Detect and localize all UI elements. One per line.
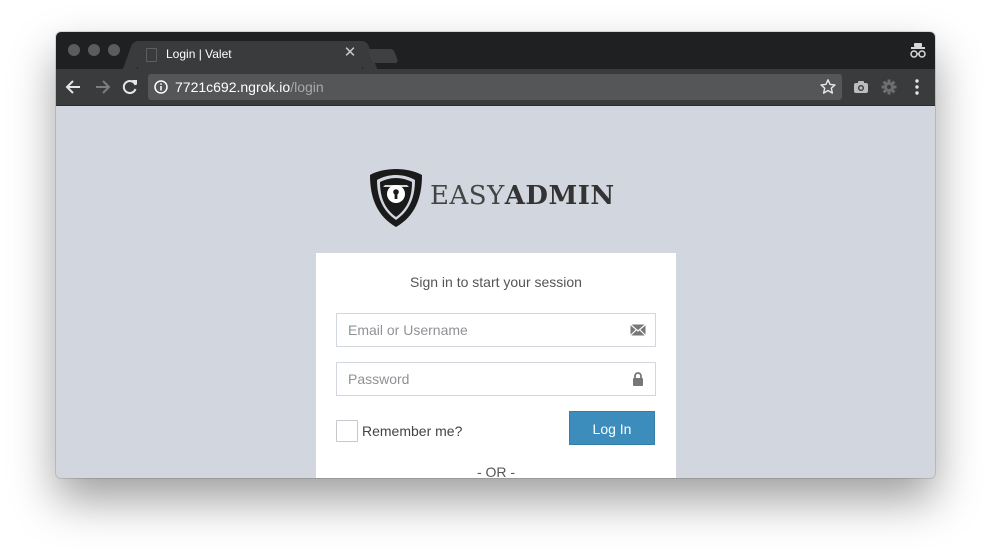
log-in-button[interactable]: Log In: [569, 411, 655, 445]
remember-me-checkbox[interactable]: [336, 420, 358, 442]
logo-wordmark: EASYADMIN: [430, 181, 615, 211]
remember-me-label[interactable]: Remember me?: [362, 423, 462, 439]
new-tab-button[interactable]: [367, 49, 399, 63]
camera-icon[interactable]: [851, 77, 871, 97]
email-field: [336, 313, 656, 347]
browser-tab-active[interactable]: Login | Valet ✕: [138, 41, 362, 69]
vertical-dots-icon[interactable]: [907, 77, 927, 97]
document-icon: [146, 48, 157, 62]
tab-title: Login | Valet: [166, 47, 232, 61]
screenshot-stage: Login | Valet ✕ 7721c692.ngrok.io/login …: [0, 0, 991, 558]
logo-text-bold: ADMIN: [504, 181, 615, 211]
or-separator: - OR -: [476, 464, 516, 478]
login-box: Sign in to start your session Email or U…: [316, 253, 676, 478]
site-logo[interactable]: EASYADMIN: [369, 168, 629, 230]
url-text: 7721c692.ngrok.io/login: [175, 79, 324, 95]
arrow-left-icon[interactable]: [64, 77, 84, 97]
password-input[interactable]: [337, 363, 628, 395]
url-host: 7721c692.ngrok.io: [175, 79, 291, 95]
page-content: EASYADMIN Sign in to start your session: [56, 106, 935, 478]
email-input[interactable]: [337, 314, 628, 346]
password-field: [336, 362, 656, 396]
logo-text-light: EASY: [430, 181, 505, 211]
minimize-window-button[interactable]: [88, 44, 100, 56]
arrow-right-icon[interactable]: [92, 77, 112, 97]
browser-toolbar: 7721c692.ngrok.io/login: [56, 69, 935, 106]
star-icon[interactable]: [819, 78, 837, 96]
lock-icon: [633, 372, 643, 386]
zoom-window-button[interactable]: [108, 44, 120, 56]
reload-icon[interactable]: [120, 77, 140, 97]
incognito-icon: [910, 43, 926, 58]
envelope-icon: [630, 324, 646, 336]
close-window-button[interactable]: [68, 44, 80, 56]
shield-keyhole-icon: [370, 169, 422, 227]
browser-window: Login | Valet ✕ 7721c692.ngrok.io/login …: [56, 32, 935, 478]
info-icon[interactable]: [154, 80, 168, 94]
tab-strip: Login | Valet ✕: [56, 32, 935, 69]
login-box-message: Sign in to start your session: [410, 274, 582, 290]
gear-icon[interactable]: [879, 77, 899, 97]
address-bar[interactable]: 7721c692.ngrok.io/login: [148, 74, 842, 100]
tab-close-icon[interactable]: ✕: [342, 45, 358, 61]
url-path: /login: [290, 79, 324, 95]
